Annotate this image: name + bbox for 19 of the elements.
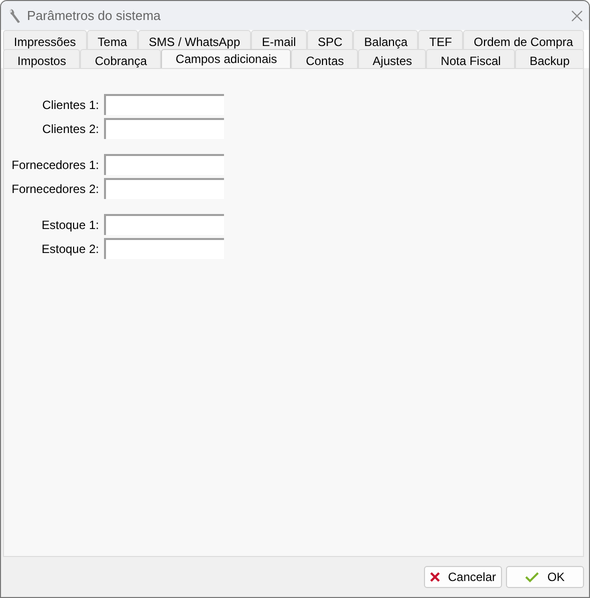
ok-button[interactable]: OK <box>506 566 584 588</box>
input-field[interactable] <box>104 154 224 175</box>
field-label: Estoque 2: <box>40 242 99 256</box>
input-field[interactable] <box>104 118 224 139</box>
input-field[interactable] <box>104 214 224 235</box>
input-field[interactable] <box>104 238 224 259</box>
input-field[interactable] <box>104 94 224 115</box>
field-label: Fornecedores 2: <box>10 182 99 196</box>
field-label: Fornecedores 1: <box>10 158 99 172</box>
field-label: Clientes 1: <box>41 98 99 112</box>
field-label: Clientes 2: <box>41 122 99 136</box>
close-icon[interactable] <box>571 10 583 22</box>
field-label: Estoque 1: <box>40 218 99 232</box>
check-icon <box>525 572 540 582</box>
cancel-button[interactable]: Cancelar <box>424 566 502 588</box>
wrench-icon <box>7 8 21 24</box>
close-icon <box>430 572 440 582</box>
window-title: Parâmetros do sistema <box>27 8 162 23</box>
input-field[interactable] <box>104 178 224 199</box>
